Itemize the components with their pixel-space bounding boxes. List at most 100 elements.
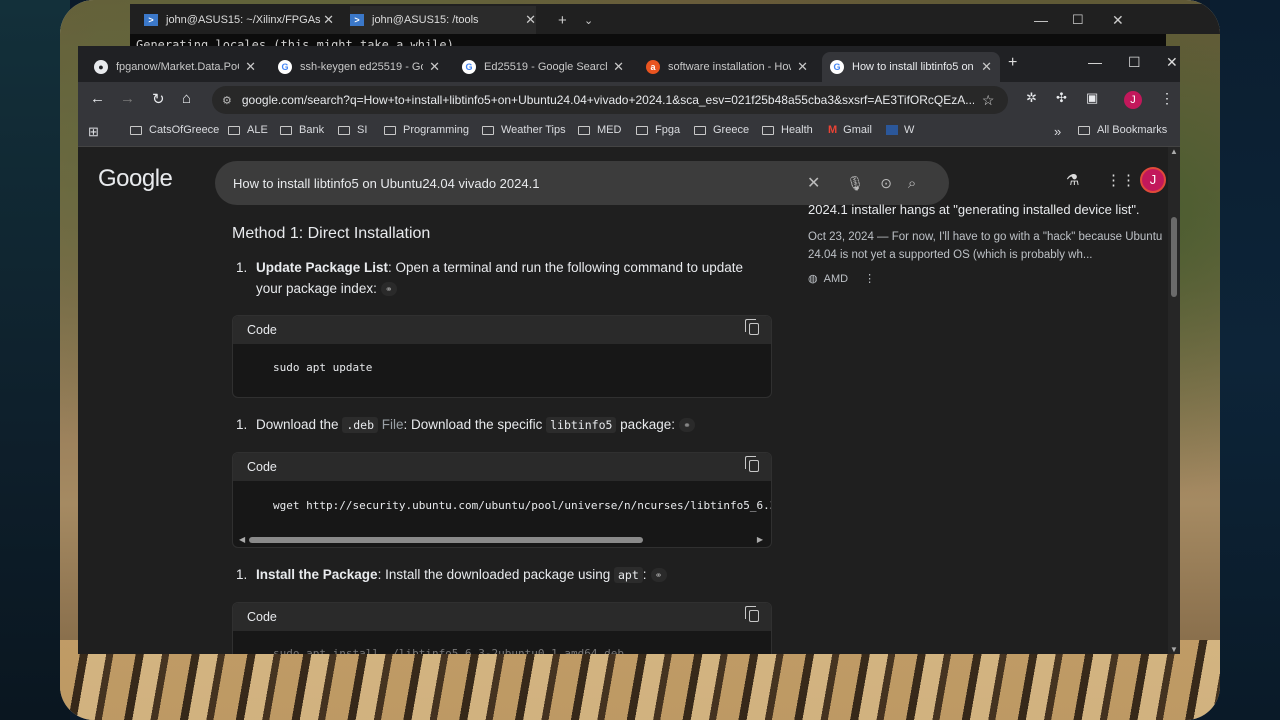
browser-tab-4[interactable]: a software installation - How ✕	[638, 52, 816, 82]
bookmark-w[interactable]: W	[886, 124, 914, 136]
browser-tab-2[interactable]: G ssh-keygen ed25519 - Goo ✕	[270, 52, 448, 82]
folder-icon	[482, 125, 494, 135]
desktop-background-right	[1210, 0, 1280, 720]
browser-tabstrip: ● fpganow/Market.Data.PoC ✕ G ssh-keygen…	[78, 46, 1180, 82]
bookmark-folder[interactable]: Bank	[280, 124, 324, 136]
labs-flask-icon[interactable]: ⚗	[1066, 171, 1079, 189]
maximize-icon[interactable]: ☐	[1128, 54, 1141, 71]
bookmark-folder[interactable]: ALE	[228, 124, 268, 136]
star-icon[interactable]: ☆	[982, 92, 995, 109]
minimize-icon[interactable]: —	[1088, 54, 1102, 70]
chevron-down-icon[interactable]: ⌄	[584, 6, 593, 34]
scrollbar-thumb[interactable]	[1171, 217, 1177, 297]
bookmark-folder[interactable]: Greece	[694, 124, 749, 136]
page-scrollbar[interactable]: ▲ ▼	[1168, 147, 1180, 654]
close-icon[interactable]: ✕	[429, 59, 440, 75]
code-text[interactable]: sudo apt update	[233, 344, 771, 392]
close-icon[interactable]: ✕	[525, 12, 536, 28]
bookmark-folder[interactable]: Programming	[384, 124, 469, 136]
google-logo[interactable]: Google	[98, 165, 173, 193]
list-number: 1.	[236, 260, 248, 275]
copy-icon[interactable]	[745, 319, 759, 335]
address-bar[interactable]: ⚙ google.com/search?q=How+to+install+lib…	[212, 86, 1008, 114]
list-number: 1.	[236, 417, 248, 432]
close-icon[interactable]: ✕	[797, 59, 808, 75]
browser-tab-1[interactable]: ● fpganow/Market.Data.PoC ✕	[86, 52, 264, 82]
step-text: File	[378, 417, 404, 432]
side-result-title[interactable]: 2024.1 installer hangs at "generating in…	[808, 201, 1168, 218]
bookmark-folder[interactable]: SI	[338, 124, 367, 136]
search-query: How to install libtinfo5 on Ubuntu24.04 …	[233, 175, 540, 191]
side-result-card[interactable]: 2024.1 installer hangs at "generating in…	[808, 202, 1168, 319]
bookmark-folder[interactable]: Fpga	[636, 124, 680, 136]
site-info-icon[interactable]: ⚙	[222, 94, 232, 107]
search-icon[interactable]: ⌕	[908, 175, 916, 192]
side-result-snippet: Oct 23, 2024 — For now, I'll have to go …	[808, 231, 1163, 261]
step-text: :	[642, 567, 647, 582]
terminal-tab-1[interactable]: > john@ASUS15: ~/Xilinx/FPGAs ✕	[144, 6, 334, 34]
bookmark-gmail[interactable]: M Gmail	[828, 124, 872, 136]
bookmark-folder[interactable]: CatsOfGreece	[130, 124, 219, 136]
step-text: package:	[616, 417, 675, 432]
code-text[interactable]: wget http://security.ubuntu.com/ubuntu/p…	[233, 481, 771, 531]
side-result-source[interactable]: AMD	[824, 273, 848, 285]
scroll-left-arrow-icon[interactable]: ◀	[239, 535, 245, 544]
folder-icon	[338, 125, 350, 135]
list-number: 1.	[236, 567, 248, 582]
more-options-icon[interactable]: ⋮	[864, 272, 875, 285]
scrollbar-thumb[interactable]	[249, 537, 643, 543]
account-avatar[interactable]: J	[1140, 167, 1166, 193]
chevron-double-right-icon[interactable]: »	[1054, 124, 1061, 139]
code-text[interactable]: sudo apt install ./libtinfo5_6.3-2ubuntu…	[233, 631, 771, 654]
close-icon[interactable]: ✕	[613, 59, 624, 75]
bookmark-folder[interactable]: Weather Tips	[482, 124, 566, 136]
close-icon[interactable]: ✕	[323, 12, 334, 28]
back-icon[interactable]: ←	[90, 90, 105, 107]
link-icon[interactable]: ⚭	[678, 418, 695, 433]
scroll-up-arrow-icon[interactable]: ▲	[1170, 147, 1178, 156]
scroll-down-arrow-icon[interactable]: ▼	[1170, 645, 1178, 654]
link-icon[interactable]: ⚭	[380, 282, 397, 297]
search-input[interactable]: How to install libtinfo5 on Ubuntu24.04 …	[215, 161, 949, 205]
bookmark-folder[interactable]: Health	[762, 124, 813, 136]
inline-code: libtinfo5	[546, 417, 617, 433]
profile-avatar[interactable]: J	[1124, 91, 1142, 109]
copy-icon[interactable]	[745, 456, 759, 472]
terminal-tab-2[interactable]: > john@ASUS15: /tools ✕	[350, 6, 536, 34]
forward-icon[interactable]: →	[120, 90, 135, 107]
method-heading: Method 1: Direct Installation	[232, 225, 431, 242]
close-icon[interactable]: ✕	[981, 59, 992, 75]
extensions-icon[interactable]: ✲	[1026, 90, 1037, 106]
camera-lens-icon[interactable]: ⊙	[880, 175, 892, 192]
close-icon[interactable]: ✕	[245, 59, 256, 75]
tab-title: Ed25519 - Google Search	[484, 61, 608, 73]
folder-icon	[228, 125, 240, 135]
browser-tab-3[interactable]: G Ed25519 - Google Search ✕	[454, 52, 632, 82]
home-icon[interactable]: ⌂	[182, 90, 191, 107]
folder-icon	[384, 125, 396, 135]
copy-icon[interactable]	[745, 606, 759, 622]
link-icon[interactable]: ⚭	[650, 568, 667, 583]
close-window-icon[interactable]: ✕	[1166, 54, 1178, 71]
maximize-icon[interactable]: ☐	[1072, 6, 1084, 34]
bookmark-folder[interactable]: MED	[578, 124, 621, 136]
microphone-icon[interactable]: 🎙	[846, 175, 864, 192]
new-terminal-tab-button[interactable]: +	[558, 6, 567, 34]
puzzle-icon[interactable]: ✣	[1056, 90, 1067, 106]
browser-window: ● fpganow/Market.Data.PoC ✕ G ssh-keygen…	[78, 46, 1180, 654]
horizontal-scrollbar[interactable]: ◀ ▶	[239, 535, 763, 545]
close-window-icon[interactable]: ✕	[1112, 6, 1124, 34]
step-text: Download the	[256, 417, 343, 432]
all-bookmarks[interactable]: All Bookmarks	[1078, 124, 1167, 136]
menu-kebab-icon[interactable]: ⋮	[1160, 90, 1174, 107]
browser-tab-5-active[interactable]: G How to install libtinfo5 on U ✕	[822, 52, 1000, 82]
minimize-icon[interactable]: —	[1034, 6, 1048, 34]
apps-grid-icon[interactable]: ⋮⋮	[1106, 171, 1136, 189]
scroll-right-arrow-icon[interactable]: ▶	[757, 535, 763, 544]
clear-icon[interactable]: ✕	[807, 173, 820, 193]
apps-grid-icon[interactable]: ⊞	[88, 124, 99, 140]
reload-icon[interactable]: ↻	[152, 90, 165, 108]
tab-title: fpganow/Market.Data.PoC	[116, 61, 240, 73]
sidepanel-icon[interactable]: ▣	[1086, 90, 1098, 106]
new-tab-button[interactable]: +	[1008, 54, 1017, 72]
